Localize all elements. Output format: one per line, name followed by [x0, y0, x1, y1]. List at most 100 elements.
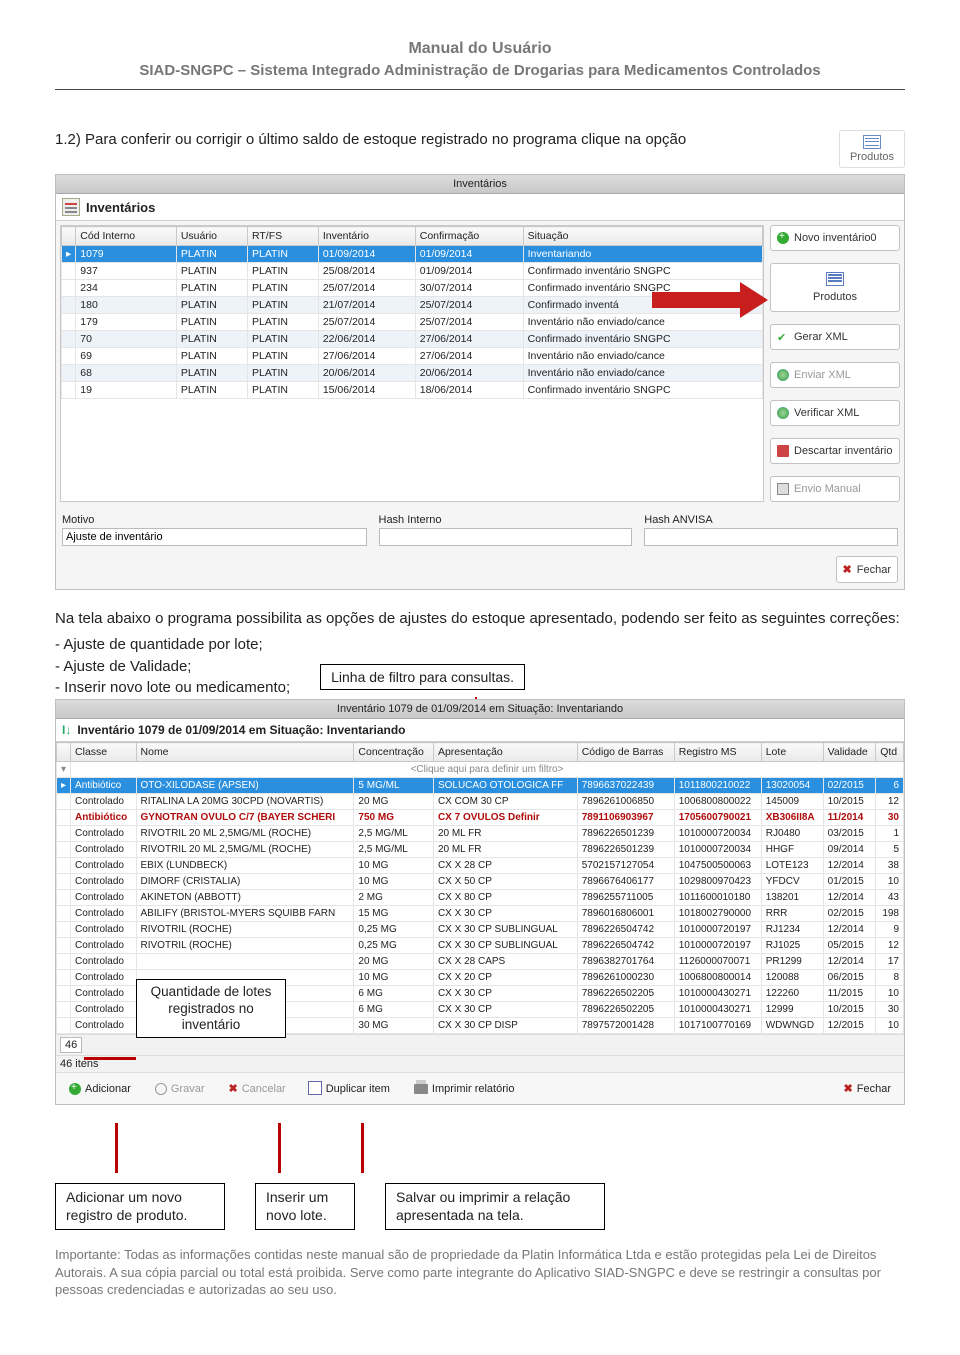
- envio-manual-button[interactable]: Envio Manual: [770, 476, 900, 502]
- intro-paragraph: 1.2) Para conferir ou corrigir o último …: [55, 130, 829, 150]
- table-cell: 1047500500063: [674, 858, 761, 874]
- novo-inventario-button[interactable]: Novo inventário0: [770, 225, 900, 251]
- table-cell: Controlado: [71, 1002, 136, 1018]
- table-row[interactable]: 937PLATINPLATIN25/08/201401/09/2014Confi…: [62, 263, 763, 280]
- table-header[interactable]: Registro MS: [674, 743, 761, 762]
- hash-interno-input[interactable]: [379, 528, 633, 546]
- inventarios-table[interactable]: Cód InternoUsuárioRT/FSInventárioConfirm…: [60, 225, 764, 502]
- table-cell: 10 MG: [354, 858, 434, 874]
- table-cell: RITALINA LA 20MG 30CPD (NOVARTIS): [136, 794, 354, 810]
- table-header[interactable]: Concentração: [354, 743, 434, 762]
- table-cell: 20/06/2014: [415, 365, 523, 382]
- imprimir-relatorio-button[interactable]: Imprimir relatório: [407, 1080, 522, 1098]
- table-cell: RIVOTRIL 20 ML 2,5MG/ML (ROCHE): [136, 842, 354, 858]
- table-header[interactable]: Qtd: [876, 743, 904, 762]
- table-header[interactable]: Confirmação: [415, 227, 523, 246]
- table-cell: WDWNGD: [761, 1018, 823, 1034]
- table-cell: CX X 30 CP SUBLINGUAL: [433, 922, 577, 938]
- table-cell: 12/2014: [823, 954, 876, 970]
- enviar-xml-button[interactable]: Enviar XML: [770, 362, 900, 388]
- table-cell: 02/2015: [823, 906, 876, 922]
- gravar-label: Gravar: [171, 1083, 205, 1095]
- table-cell: CX X 80 CP: [433, 890, 577, 906]
- table-row[interactable]: ControladoRIVOTRIL (ROCHE)0,25 MGCX X 30…: [57, 922, 904, 938]
- table-cell: 7896226501239: [577, 826, 674, 842]
- table-row[interactable]: ControladoRIVOTRIL (ROCHE)0,25 MGCX X 30…: [57, 938, 904, 954]
- table-cell: 10/2015: [823, 1002, 876, 1018]
- table-cell: 03/2015: [823, 826, 876, 842]
- table-row[interactable]: ControladoRITALINA LA 20MG 30CPD (NOVART…: [57, 794, 904, 810]
- table-cell: 30 MG: [354, 1018, 434, 1034]
- table-cell: Controlado: [71, 794, 136, 810]
- table-row[interactable]: ControladoAKINETON (ABBOTT)2 MGCX X 80 C…: [57, 890, 904, 906]
- table-row[interactable]: AntibióticoGYNOTRAN OVULO C/7 (BAYER SCH…: [57, 810, 904, 826]
- table-row[interactable]: ControladoRIVOTRIL 20 ML 2,5MG/ML (ROCHE…: [57, 842, 904, 858]
- table-header[interactable]: Validade: [823, 743, 876, 762]
- table-header[interactable]: Situação: [523, 227, 762, 246]
- table-header[interactable]: Lote: [761, 743, 823, 762]
- table-row[interactable]: 69PLATINPLATIN27/06/201427/06/2014Invent…: [62, 348, 763, 365]
- gravar-button[interactable]: Gravar: [148, 1080, 212, 1098]
- cancel-icon: ✖: [228, 1082, 237, 1095]
- table-header[interactable]: Usuário: [176, 227, 247, 246]
- table-cell: 5 MG/ML: [354, 778, 434, 794]
- gerar-xml-button[interactable]: ✔Gerar XML: [770, 324, 900, 350]
- filter-row[interactable]: ▾<Clique aqui para definir um filtro>: [57, 762, 904, 778]
- table-row[interactable]: ▸AntibióticoOTO-XILODASE (APSEN)5 MG/MLS…: [57, 778, 904, 794]
- table-cell: 25/07/2014: [318, 314, 415, 331]
- adicionar-callout: Adicionar um novo registro de produto.: [55, 1183, 225, 1230]
- table-cell: 1011800210022: [674, 778, 761, 794]
- filter-hint[interactable]: <Clique aqui para definir um filtro>: [71, 762, 904, 778]
- motivo-input[interactable]: [62, 528, 367, 546]
- cancelar-button[interactable]: ✖Cancelar: [221, 1079, 292, 1098]
- table-header[interactable]: Nome: [136, 743, 354, 762]
- gerar-xml-label: Gerar XML: [794, 331, 848, 343]
- fechar-button[interactable]: ✖Fechar: [837, 1079, 898, 1098]
- table-cell: 1011600010180: [674, 890, 761, 906]
- table-cell: 7891106903967: [577, 810, 674, 826]
- verificar-xml-button[interactable]: Verificar XML: [770, 400, 900, 426]
- inventarios-window: Inventários Inventários Cód InternoUsuár…: [55, 174, 905, 590]
- table-row[interactable]: 179PLATINPLATIN25/07/201425/07/2014Inven…: [62, 314, 763, 331]
- table-cell: 12/2014: [823, 890, 876, 906]
- table-cell: 1705600790021: [674, 810, 761, 826]
- table-cell: CX X 50 CP: [433, 874, 577, 890]
- table-row[interactable]: 19PLATINPLATIN15/06/201418/06/2014Confir…: [62, 382, 763, 399]
- table-header[interactable]: Classe: [71, 743, 136, 762]
- table-row[interactable]: ControladoEBIX (LUNDBECK)10 MGCX X 28 CP…: [57, 858, 904, 874]
- table-row[interactable]: ▸1079PLATINPLATIN01/09/201401/09/2014Inv…: [62, 246, 763, 263]
- table-cell: PLATIN: [247, 280, 318, 297]
- table-cell: 20 ML FR: [433, 826, 577, 842]
- table-row[interactable]: Controlado20 MGCX X 28 CAPS7896382701764…: [57, 954, 904, 970]
- fechar-button[interactable]: ✖Fechar: [836, 556, 898, 583]
- duplicar-item-button[interactable]: Duplicar item: [303, 1080, 397, 1098]
- table-cell: 1010000430271: [674, 1002, 761, 1018]
- table-row[interactable]: 68PLATINPLATIN20/06/201420/06/2014Invent…: [62, 365, 763, 382]
- table-cell: 8: [876, 970, 904, 986]
- adicionar-button[interactable]: Adicionar: [62, 1080, 138, 1098]
- table-header[interactable]: RT/FS: [247, 227, 318, 246]
- table-cell: PLATIN: [247, 263, 318, 280]
- table-header[interactable]: Cód Interno: [76, 227, 177, 246]
- produtos-shortcut-button[interactable]: Produtos: [839, 130, 905, 168]
- table-cell: 1018002790000: [674, 906, 761, 922]
- table-cell: Controlado: [71, 842, 136, 858]
- table-row[interactable]: ControladoABILIFY (BRISTOL-MYERS SQUIBB …: [57, 906, 904, 922]
- table-cell: PLATIN: [176, 246, 247, 263]
- table-cell: 02/2015: [823, 778, 876, 794]
- table-row[interactable]: ControladoDIMORF (CRISTALIA)10 MGCX X 50…: [57, 874, 904, 890]
- table-cell: 138201: [761, 890, 823, 906]
- table-cell: Controlado: [71, 970, 136, 986]
- descartar-inventario-button[interactable]: Descartar inventário: [770, 438, 900, 464]
- table-header[interactable]: Código de Barras: [577, 743, 674, 762]
- globe-icon: [777, 369, 789, 381]
- table-header[interactable]: Apresentação: [433, 743, 577, 762]
- table-cell: 21/07/2014: [318, 297, 415, 314]
- table-header[interactable]: Inventário: [318, 227, 415, 246]
- table-row[interactable]: 70PLATINPLATIN22/06/201427/06/2014Confir…: [62, 331, 763, 348]
- produtos-button[interactable]: Produtos: [770, 263, 900, 312]
- table-row[interactable]: ControladoRIVOTRIL 20 ML 2,5MG/ML (ROCHE…: [57, 826, 904, 842]
- hash-anvisa-input[interactable]: [644, 528, 898, 546]
- table-cell: 12/2014: [823, 922, 876, 938]
- table-cell: RIVOTRIL (ROCHE): [136, 938, 354, 954]
